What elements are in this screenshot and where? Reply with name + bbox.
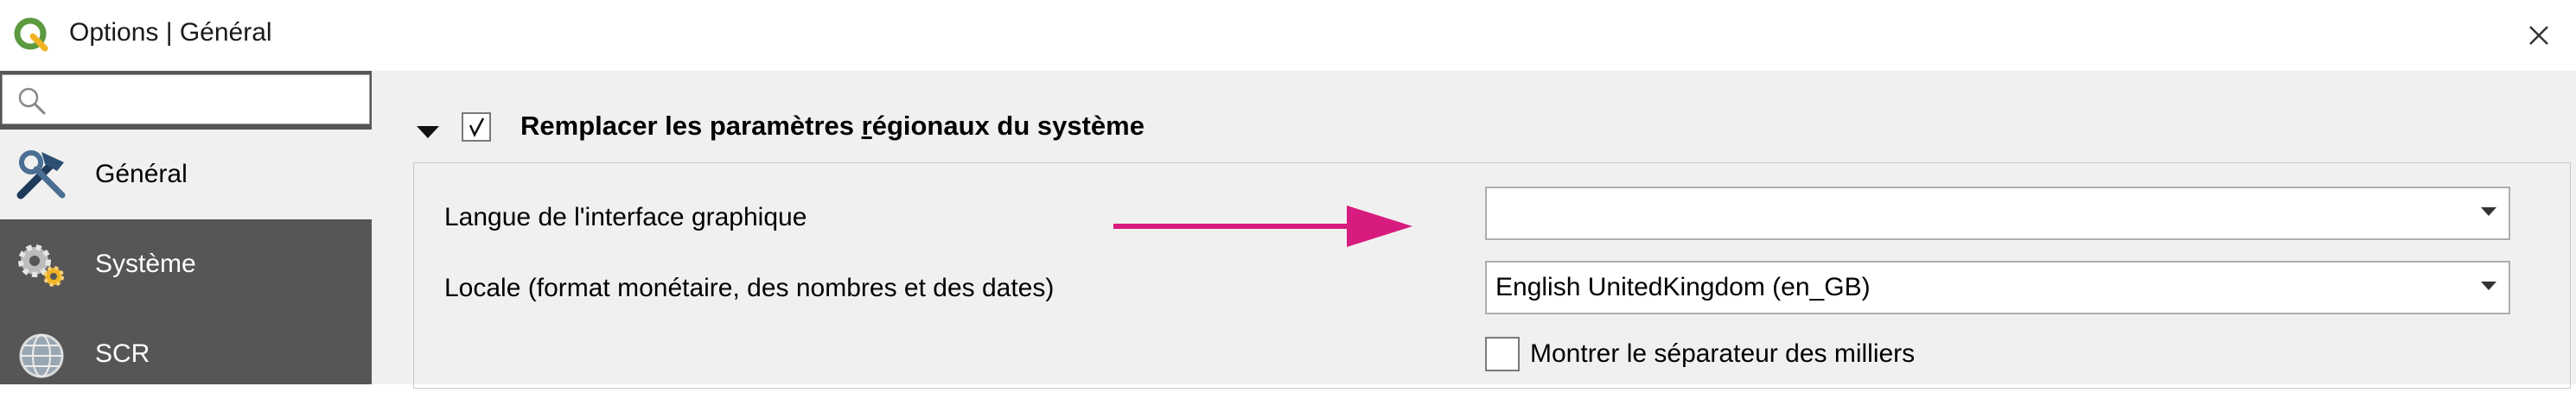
- sidebar-item-system[interactable]: Système: [0, 219, 372, 309]
- thousands-separator-checkbox[interactable]: [1485, 337, 1520, 371]
- title-bar: Options | Général: [0, 0, 2576, 71]
- ui-language-combo[interactable]: [1485, 187, 2510, 240]
- ui-language-label: Langue de l'interface graphique: [444, 203, 807, 231]
- search-icon: [18, 87, 46, 115]
- override-locale-checkbox[interactable]: [462, 112, 491, 142]
- sidebar-item-general[interactable]: Général: [0, 130, 372, 219]
- qgis-logo-icon: [14, 17, 48, 52]
- combo-value: English UnitedKingdom (en_GB): [1495, 273, 1871, 301]
- sidebar: Général Système SCR: [0, 71, 372, 384]
- search-input[interactable]: [2, 74, 370, 124]
- sidebar-item-label: Général: [95, 160, 188, 188]
- tools-hammer-wrench-icon: [16, 150, 66, 200]
- annotation-arrow: [1113, 206, 1412, 247]
- sidebar-item-label: SCR: [95, 339, 150, 368]
- close-icon[interactable]: [2517, 14, 2560, 57]
- group-title: Remplacer les paramètres régionaux du sy…: [520, 111, 1145, 141]
- locale-combo[interactable]: English UnitedKingdom (en_GB): [1485, 261, 2510, 314]
- locale-label: Locale (format monétaire, des nombres et…: [444, 274, 1055, 302]
- dropdown-arrow-icon: [2481, 207, 2496, 216]
- dropdown-arrow-icon: [2481, 282, 2496, 290]
- thousands-separator-label: Montrer le séparateur des milliers: [1530, 339, 1916, 368]
- checkmark-icon: [469, 117, 485, 137]
- chevron-down-icon[interactable]: [415, 102, 441, 150]
- window-title: Options | Général: [69, 18, 272, 47]
- gears-icon: [18, 244, 64, 287]
- sidebar-item-label: Système: [95, 250, 196, 278]
- globe-grid-icon: [19, 333, 64, 378]
- sidebar-item-scr[interactable]: SCR: [0, 309, 372, 399]
- dialog-content: Général Système SCR Remplacer les paramè…: [0, 71, 2576, 389]
